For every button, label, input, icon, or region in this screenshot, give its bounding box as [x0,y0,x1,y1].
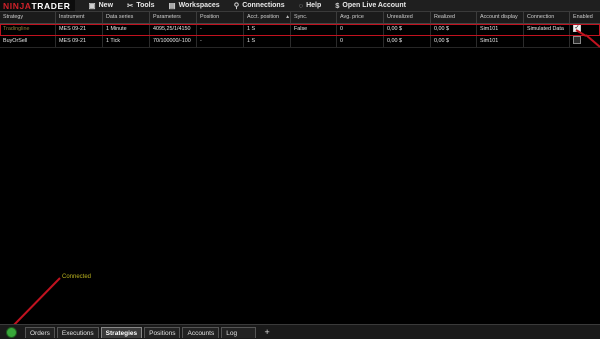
menu-connections-label: Connections [242,2,285,9]
col-header-realized-label: Realized [434,14,455,20]
cell-position: - [197,24,244,35]
cell-connection [524,36,570,47]
cell-parameters: 70/100000/-100 [150,36,197,47]
menu-bar: NINJA TRADER ▣ New ✂ Tools ▤ Workspaces ⚲… [0,0,600,12]
col-header-unrealized[interactable]: Unrealized [384,12,431,23]
col-header-sync-label: Sync. [294,14,308,20]
cell-strategy: Tradingline [0,24,56,35]
cell-account-display: Sim101 [477,24,524,35]
enabled-checkbox[interactable] [573,36,581,45]
bottom-tab-bar: Orders Executions Strategies Positions A… [0,324,600,339]
col-header-account-display-label: Account display [480,14,518,20]
table-row[interactable]: Tradingline MES 09-21 1 Minute 4095,25/1… [0,24,600,36]
menu-connections[interactable]: ⚲ Connections [234,0,285,11]
col-header-enabled[interactable]: Enabled [570,12,600,23]
connection-status-indicator-icon[interactable] [6,326,17,338]
cell-acct-position: 1 S [244,36,291,47]
grid-header: Strategy Instrument Data series Paramete… [0,12,600,24]
menu-open-live-account[interactable]: $ Open Live Account [335,0,406,11]
col-header-parameters-label: Parameters [153,14,181,20]
table-row[interactable]: BuyOrSell MES 09-21 1 Tick 70/100000/-10… [0,36,600,48]
col-header-data-series-label: Data series [106,14,134,20]
menu-help[interactable]: ◌ Help [299,0,322,11]
col-header-instrument-label: Instrument [59,14,85,20]
help-icon: ◌ [298,1,304,10]
col-header-account-display[interactable]: Account display [477,12,524,23]
tab-log[interactable]: Log [221,326,257,338]
menu-help-label: Help [306,2,322,9]
col-header-avg-price-label: Avg. price [340,14,364,20]
col-header-sync[interactable]: Sync. [291,12,337,23]
cell-enabled [570,36,600,47]
menu-open-live-account-label: Open Live Account [342,2,406,9]
cell-parameters: 4095,25/1/4150 [150,24,197,35]
cell-acct-position: 1 S [244,24,291,35]
tab-accounts[interactable]: Accounts [182,326,220,338]
menu-workspaces-label: Workspaces [178,2,220,9]
cell-realized: 0,00 $ [431,36,477,47]
col-header-instrument[interactable]: Instrument [56,12,103,23]
connection-status-label: Connected [62,274,92,280]
menu-new-label: New [98,2,114,9]
cell-position: - [197,36,244,47]
annotation-arrows [9,29,600,330]
cell-data-series: 1 Tick [103,36,150,47]
tab-strategies[interactable]: Strategies [100,326,143,338]
cell-instrument: MES 09-21 [56,36,103,47]
annotation-arrow-connected [9,277,61,330]
plug-icon: ⚲ [233,1,240,10]
cell-unrealized: 0,00 $ [384,36,431,47]
cell-sync: False [291,24,337,35]
cell-avg-price: 0 [337,24,384,35]
col-header-avg-price[interactable]: Avg. price [337,12,384,23]
cell-strategy: BuyOrSell [0,36,56,47]
ninjatrader-logo: NINJA TRADER [0,0,75,11]
menu-tools[interactable]: ✂ Tools [127,0,154,11]
cell-avg-price: 0 [337,36,384,47]
menu-workspaces[interactable]: ▤ Workspaces [168,0,219,11]
col-header-acct-position[interactable]: Acct. position ▲ [244,12,291,23]
col-header-acct-position-label: Acct. position [247,14,280,20]
enabled-checkbox[interactable]: ✓ [573,24,581,33]
tab-orders[interactable]: Orders [25,326,55,338]
cell-account-display: Sim101 [477,36,524,47]
sort-ascending-icon: ▲ [285,14,291,20]
menu-new[interactable]: ▣ New [89,0,114,11]
tools-icon: ✂ [127,1,134,10]
dollar-icon: $ [335,1,340,10]
workspaces-icon: ▤ [168,1,176,10]
cell-unrealized: 0,00 $ [384,24,431,35]
cell-instrument: MES 09-21 [56,24,103,35]
menu-tools-label: Tools [136,2,155,9]
col-header-enabled-label: Enabled [573,14,593,20]
col-header-connection-label: Connection [527,14,555,20]
col-header-unrealized-label: Unrealized [387,14,413,20]
logo-part-2: TRADER [31,0,71,11]
col-header-connection[interactable]: Connection [524,12,570,23]
cell-sync [291,36,337,47]
col-header-realized[interactable]: Realized [431,12,477,23]
cell-realized: 0,00 $ [431,24,477,35]
tab-positions[interactable]: Positions [144,326,181,338]
cell-enabled: ✓ [570,24,600,35]
col-header-position-label: Position [200,14,220,20]
col-header-position[interactable]: Position [197,12,244,23]
col-header-data-series[interactable]: Data series [103,12,150,23]
col-header-parameters[interactable]: Parameters [150,12,197,23]
col-header-strategy[interactable]: Strategy [0,12,56,23]
cell-data-series: 1 Minute [103,24,150,35]
add-tab-button[interactable]: + [262,327,272,337]
col-header-strategy-label: Strategy [3,14,24,20]
tab-executions[interactable]: Executions [56,326,99,338]
logo-part-1: NINJA [3,0,32,11]
strategies-grid: Strategy Instrument Data series Paramete… [0,12,600,48]
cell-connection: Simulated Data [524,24,570,35]
new-document-icon: ▣ [88,1,96,10]
